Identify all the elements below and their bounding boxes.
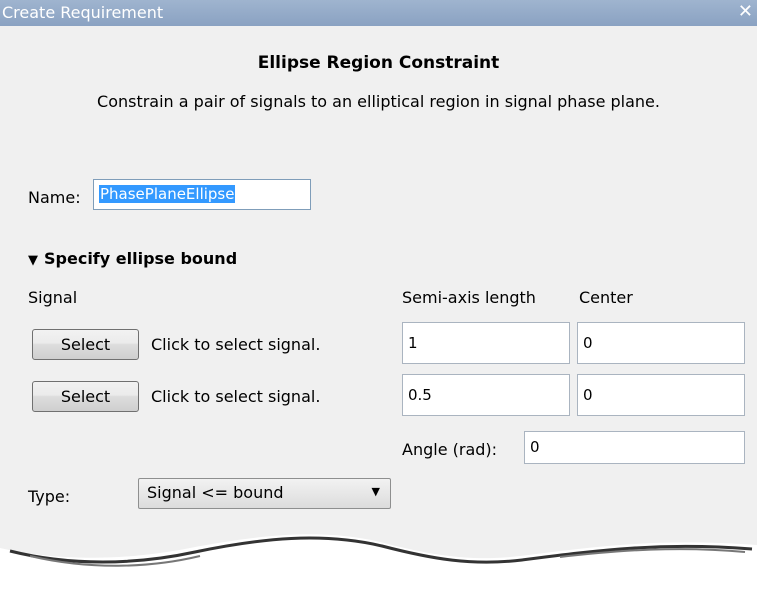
torn-edge-decoration [0,520,757,595]
